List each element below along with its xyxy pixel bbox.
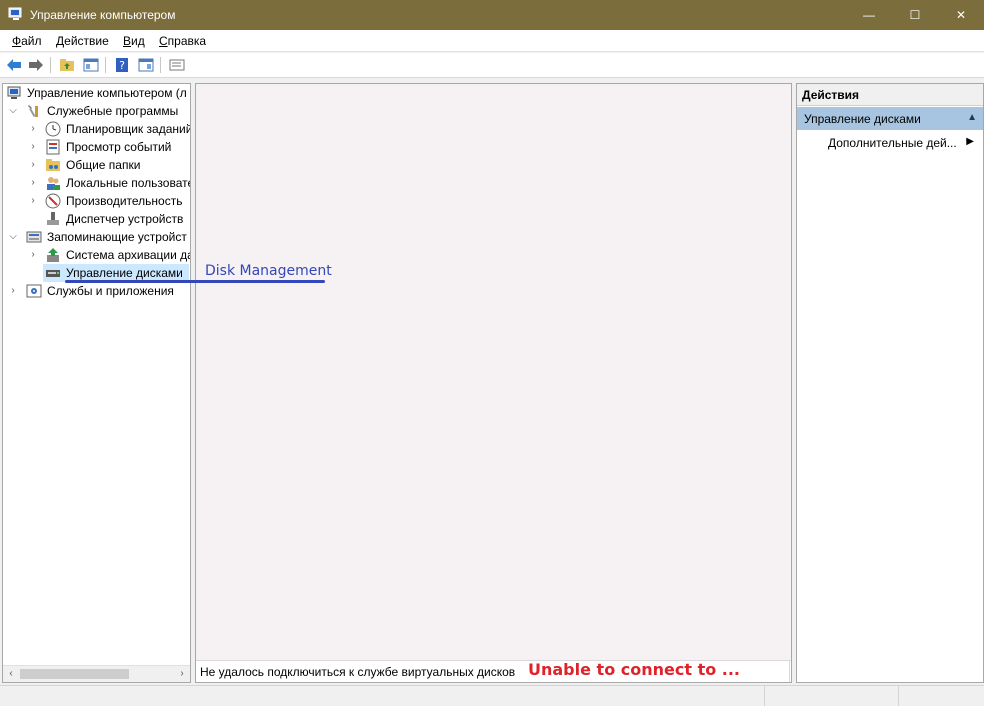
disk-icon	[46, 270, 60, 277]
show-action-pane-button[interactable]	[136, 56, 156, 74]
forward-arrow-icon	[29, 59, 43, 71]
chevron-down-icon[interactable]: ⌵	[8, 102, 18, 120]
status-separator	[789, 661, 790, 682]
tree-item-storage[interactable]: ⌵ Запоминающие устройст	[3, 228, 190, 246]
chevron-right-icon[interactable]: ›	[28, 138, 38, 156]
menu-file[interactable]: Файл	[12, 34, 42, 48]
menu-help[interactable]: Справка	[159, 34, 206, 48]
more-actions-item[interactable]: Дополнительные дей... ▶	[828, 136, 978, 150]
device-manager-icon	[47, 212, 59, 225]
tree-label: Диспетчер устройств	[66, 212, 184, 226]
chevron-right-icon[interactable]: ›	[8, 282, 18, 300]
tree-label: Производительность	[66, 194, 183, 208]
actions-group-disk-management[interactable]: Управление дисками ▲	[797, 107, 983, 130]
tree-item-device-manager[interactable]: Диспетчер устройств	[3, 210, 190, 228]
performance-icon	[45, 193, 61, 209]
actions-group-label: Управление дисками	[804, 112, 921, 126]
tree-label: Управление компьютером (л	[27, 86, 187, 100]
back-arrow-icon	[7, 59, 21, 71]
tree-item-backup[interactable]: › Система архивации да	[3, 246, 190, 264]
tree-item-utilities[interactable]: ⌵ Служебные программы	[3, 102, 190, 120]
computer-management-icon	[8, 7, 22, 20]
annotation-unable-to-connect: Unable to connect to ...	[528, 660, 741, 679]
tree-label: Просмотр событий	[66, 140, 172, 154]
properties-button[interactable]	[167, 56, 187, 74]
close-button[interactable]: ✕	[938, 0, 984, 30]
users-icon	[47, 177, 60, 190]
console-tree-icon	[83, 58, 99, 72]
tree-item-root[interactable]: Управление компьютером (л	[3, 84, 190, 102]
actions-pane: Действия Управление дисками ▲ Дополнител…	[796, 83, 984, 683]
scroll-right-icon[interactable]: ›	[175, 667, 189, 681]
more-actions-label: Дополнительные дей...	[828, 136, 957, 150]
menu-view[interactable]: Вид	[123, 34, 145, 48]
toolbar: ?	[0, 53, 984, 78]
tree-item-performance[interactable]: › Производительность	[3, 192, 190, 210]
chevron-right-icon[interactable]: ›	[28, 246, 38, 264]
collapse-up-icon[interactable]: ▲	[967, 112, 977, 123]
show-hide-tree-button[interactable]	[81, 56, 101, 74]
storage-icon	[26, 231, 42, 243]
shared-folder-icon	[46, 159, 60, 171]
menu-action[interactable]: Действие	[56, 34, 109, 48]
scrollbar-thumb[interactable]	[20, 669, 129, 679]
console-tree: Управление компьютером (л ⌵ Служебные пр…	[2, 83, 191, 683]
toolbar-separator	[50, 57, 51, 73]
event-log-icon	[46, 139, 60, 155]
tree-item-local-users[interactable]: › Локальные пользовате	[3, 174, 190, 192]
chevron-right-icon[interactable]: ›	[28, 192, 38, 210]
tree-horizontal-scrollbar[interactable]: ‹ ›	[3, 665, 190, 682]
chevron-right-icon[interactable]: ›	[28, 120, 38, 138]
computer-management-icon	[7, 86, 21, 99]
back-button[interactable]	[4, 56, 24, 74]
folder-up-icon	[60, 59, 74, 71]
tree-item-services[interactable]: › Службы и приложения	[3, 282, 190, 300]
properties-icon	[169, 59, 185, 71]
main-content-pane: Не удалось подключиться к службе виртуал…	[195, 83, 792, 683]
tree-item-shared-folders[interactable]: › Общие папки	[3, 156, 190, 174]
scroll-left-icon[interactable]: ‹	[4, 667, 18, 681]
chevron-right-icon[interactable]: ›	[28, 156, 38, 174]
tree-label: Планировщик заданий	[66, 122, 191, 136]
tree-label: Служебные программы	[47, 104, 179, 118]
title-bar: Управление компьютером — ☐ ✕	[0, 0, 984, 30]
tree-item-scheduler[interactable]: › Планировщик заданий	[3, 120, 190, 138]
tree-label: Службы и приложения	[47, 284, 174, 298]
minimize-icon: —	[863, 8, 875, 22]
toolbar-separator	[105, 57, 106, 73]
chevron-right-icon[interactable]: ›	[28, 174, 38, 192]
action-pane-icon	[138, 58, 154, 72]
menu-bar: Файл Действие Вид Справка	[0, 30, 984, 52]
actions-header: Действия	[797, 84, 983, 106]
tree-label: Общие папки	[66, 158, 141, 172]
window-status-bar	[0, 685, 984, 706]
annotation-underline	[65, 280, 325, 283]
status-message: Не удалось подключиться к службе виртуал…	[200, 665, 516, 679]
status-cell	[764, 686, 898, 706]
svg-text:?: ?	[119, 59, 125, 72]
up-level-button[interactable]	[57, 56, 77, 74]
forward-button[interactable]	[26, 56, 46, 74]
help-icon: ?	[116, 58, 128, 72]
toolbar-separator	[160, 57, 161, 73]
tools-icon	[28, 105, 38, 117]
minimize-button[interactable]: —	[846, 0, 892, 30]
clock-icon	[45, 121, 61, 137]
services-icon	[26, 284, 42, 298]
close-icon: ✕	[955, 8, 967, 22]
chevron-down-icon[interactable]: ⌵	[8, 228, 18, 246]
tree-label: Система архивации да	[66, 248, 191, 262]
tree-label: Запоминающие устройст	[47, 230, 187, 244]
window-title: Управление компьютером	[30, 8, 176, 22]
help-button[interactable]: ?	[112, 56, 132, 74]
status-cell	[898, 686, 984, 706]
tree-item-event-viewer[interactable]: › Просмотр событий	[3, 138, 190, 156]
maximize-icon: ☐	[909, 8, 921, 22]
tree-label: Локальные пользовате	[66, 176, 191, 190]
annotation-disk-management: Disk Management	[205, 263, 332, 279]
submenu-arrow-icon: ▶	[966, 136, 974, 147]
backup-icon	[47, 248, 59, 262]
maximize-button[interactable]: ☐	[892, 0, 938, 30]
